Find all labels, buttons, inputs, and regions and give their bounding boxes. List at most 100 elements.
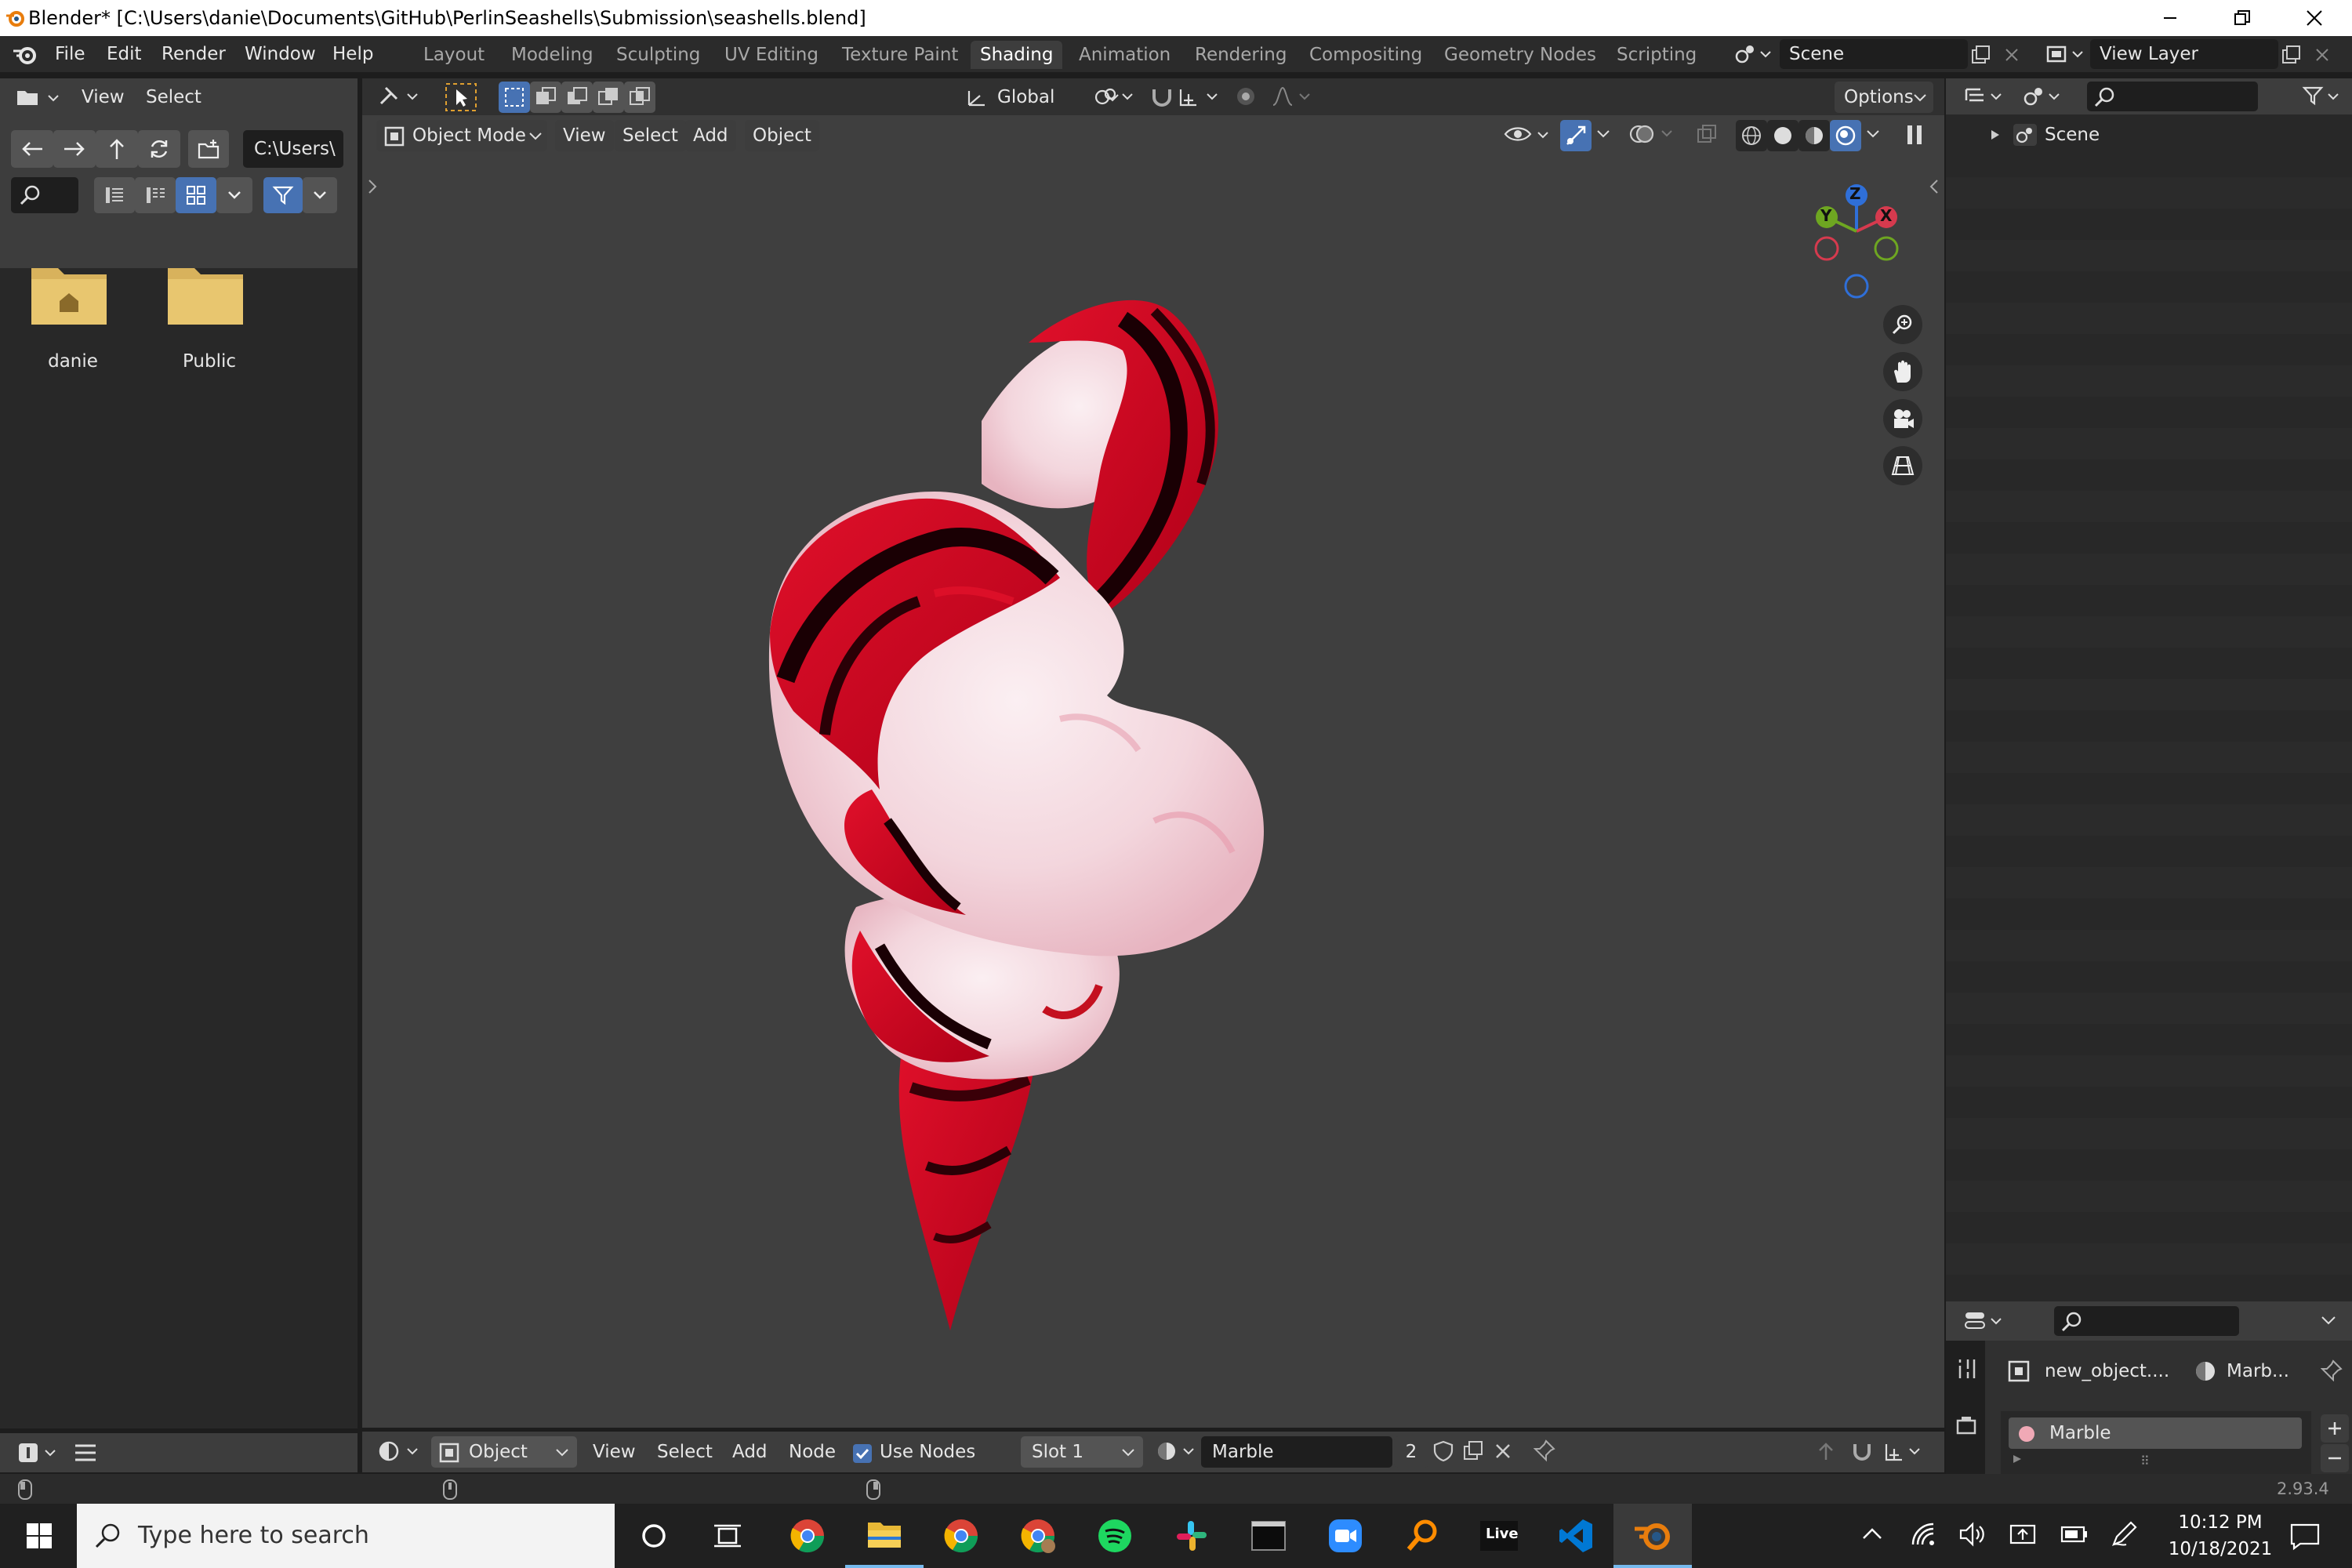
tab-animation[interactable]: Animation [1069,41,1180,69]
task-view-icon[interactable] [688,1504,767,1568]
new-material-icon[interactable] [1461,1439,1485,1463]
material-slot-item[interactable]: Marble [2009,1417,2302,1449]
material-name-field[interactable]: Marble [1201,1436,1392,1468]
gizmo-dropdown-icon[interactable] [1596,129,1610,139]
display-mode-icon[interactable] [2021,85,2068,108]
zoom-view-icon[interactable] [1883,305,1922,344]
node-menu[interactable]: Node [789,1436,836,1468]
expand-triangle-icon[interactable] [2012,1454,2023,1465]
render-tab-icon[interactable] [1955,1414,1977,1436]
new-scene-icon[interactable] [1969,44,1991,66]
horizontal-list-icon[interactable] [135,177,176,213]
gizmo-toggle-icon[interactable] [1560,120,1592,151]
filter-options-dropdown[interactable] [303,177,337,213]
new-view-layer-icon[interactable] [2280,44,2302,66]
windows-start-icon[interactable] [0,1504,78,1568]
scene-selector-icon[interactable] [1733,42,1772,66]
delete-scene-icon[interactable] [2004,47,2020,63]
material-preview-icon[interactable] [1798,120,1830,151]
menu-file[interactable]: File [55,36,85,72]
refresh-icon[interactable] [138,130,180,168]
viewport-add-menu[interactable]: Add [685,120,736,151]
pan-hand-icon[interactable] [1883,352,1922,391]
menu-edit[interactable]: Edit [107,36,142,72]
outliner-filter-icon[interactable] [2302,85,2349,108]
tab-uv-editing[interactable]: UV Editing [715,41,828,69]
extend-selection-icon[interactable] [530,82,561,113]
viewport-view-menu[interactable]: View [555,120,614,151]
pivot-point-icon[interactable] [1093,85,1140,108]
show-hidden-icons-chevron-icon[interactable] [1861,1526,1883,1541]
material-users-count[interactable]: 2 [1394,1436,1428,1468]
terminal-icon[interactable] [1229,1504,1308,1568]
outliner-row-scene[interactable]: Scene [1946,119,2352,151]
rendered-shading-icon[interactable] [1830,120,1861,151]
taskbar-date[interactable]: 10/18/2021 [2165,1537,2275,1562]
filter-icon[interactable] [263,177,303,213]
tab-rendering[interactable]: Rendering [1185,41,1296,69]
volume-icon[interactable] [1958,1521,1987,1548]
tab-scripting[interactable]: Scripting [1607,41,1706,69]
tab-texture-paint[interactable]: Texture Paint [833,41,967,69]
chrome-profile-2-icon[interactable] [999,1504,1077,1568]
xray-toggle-icon[interactable] [1695,123,1719,147]
snap-target-icon[interactable] [1178,85,1228,108]
battery-icon[interactable] [2060,1523,2089,1546]
resize-handle-icon[interactable]: ⠿ [2140,1454,2150,1468]
view-layer-field[interactable]: View Layer [2090,39,2278,69]
pin-icon[interactable] [2321,1359,2343,1381]
directory-path-field[interactable]: C:\Users\ [243,130,343,168]
forward-arrow-icon[interactable] [53,130,96,168]
falloff-curve-icon[interactable] [1270,85,1317,108]
chrome-profile-icon[interactable] [922,1504,1000,1568]
outliner-editor-type-icon[interactable] [1963,85,2010,108]
overlays-icon[interactable] [1629,122,1676,147]
delete-view-layer-icon[interactable] [2314,47,2330,63]
folder-item-public[interactable]: Public [166,263,252,372]
shading-dropdown-icon[interactable] [1866,129,1880,139]
unlink-material-icon[interactable] [1494,1443,1512,1460]
properties-options-chevron-icon[interactable] [2321,1316,2336,1327]
cortana-icon[interactable] [615,1504,693,1568]
pin-icon[interactable] [1534,1439,1557,1463]
back-arrow-icon[interactable] [11,130,53,168]
tab-modeling[interactable]: Modeling [502,41,603,69]
set-new-selection-icon[interactable] [499,82,530,113]
snap-node-icon[interactable] [1850,1439,1874,1463]
intersect-selection-icon[interactable] [624,82,655,113]
menu-window[interactable]: Window [245,36,316,72]
taskbar-time[interactable]: 10:12 PM [2165,1510,2275,1535]
fake-user-shield-icon[interactable] [1432,1439,1455,1463]
slot-dropdown[interactable]: Slot 1 [1021,1436,1143,1468]
file-view-menu[interactable]: View [82,82,125,113]
menu-render[interactable]: Render [162,36,226,72]
scene-name-field[interactable]: Scene [1780,39,1968,69]
tool-tab-icon[interactable] [1955,1358,1977,1380]
expand-triangle-icon[interactable] [1990,129,2001,141]
browse-material-icon[interactable] [1156,1439,1200,1463]
wireframe-shading-icon[interactable] [1736,120,1767,151]
snap-magnet-icon[interactable] [1149,85,1176,108]
vertical-list-icon[interactable] [94,177,135,213]
parent-directory-icon[interactable] [96,130,138,168]
ableton-live-icon[interactable]: Live [1460,1504,1538,1568]
tool-settings-icon[interactable] [378,83,422,110]
use-nodes-checkbox[interactable] [853,1444,872,1463]
snap-element-icon[interactable] [1883,1439,1930,1463]
remove-slot-icon[interactable] [2321,1444,2349,1472]
outliner-search-field[interactable] [2087,82,2258,111]
sidebar-expand-arrow-icon[interactable] [1929,178,1940,195]
node-select-menu[interactable]: Select [657,1436,713,1468]
zoom-icon[interactable] [1306,1504,1385,1568]
properties-editor-type-icon[interactable] [1963,1309,2010,1333]
file-explorer-icon[interactable] [845,1504,924,1568]
display-size-dropdown[interactable] [216,177,252,213]
hamburger-menu-icon[interactable] [74,1443,97,1463]
solid-shading-icon[interactable] [1767,120,1798,151]
menu-help[interactable]: Help [332,36,373,72]
toolbar-expand-arrow-icon[interactable] [367,178,378,195]
file-search-field[interactable] [11,177,78,213]
view-layer-icon[interactable] [2045,42,2084,66]
shader-editor-type-icon[interactable] [378,1439,422,1463]
wifi-icon[interactable] [1910,1521,1936,1548]
